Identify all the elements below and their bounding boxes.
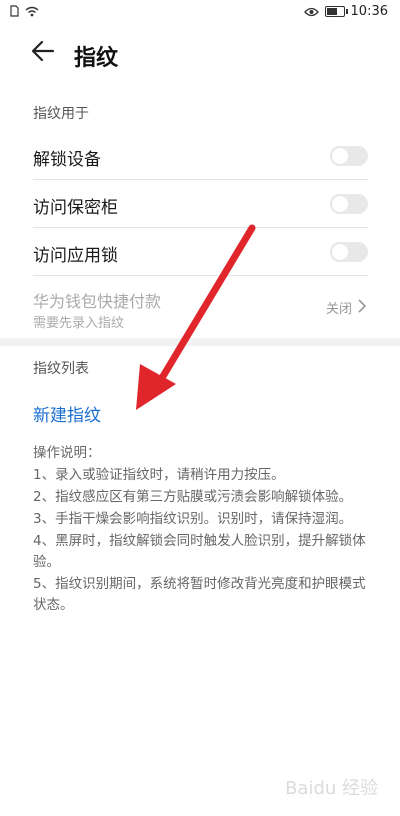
status-time: 10:36	[350, 4, 388, 19]
instructions-title: 操作说明：	[33, 445, 101, 461]
status-right: 10:36	[303, 4, 388, 19]
row-label: 访问应用锁	[33, 246, 118, 266]
status-left	[10, 5, 39, 17]
eye-icon	[303, 7, 319, 16]
watermark-logo: Baidu 经验	[285, 778, 378, 799]
wallet-payment-sub: 需要先录入指纹	[33, 316, 125, 331]
row-label: 解锁设备	[33, 150, 101, 170]
wallet-payment-value: 关闭	[325, 302, 352, 317]
unlock-device-toggle[interactable]	[330, 146, 368, 166]
back-button[interactable]	[30, 38, 60, 68]
row-unlock-device[interactable]: 解锁设备	[33, 132, 368, 180]
chevron-right-icon	[358, 299, 367, 313]
row-access-safe[interactable]: 访问保密柜	[33, 180, 368, 228]
access-safe-toggle[interactable]	[330, 194, 368, 214]
sim-icon	[10, 5, 19, 17]
section-label-list: 指纹列表	[33, 361, 89, 377]
row-label: 访问保密柜	[33, 198, 118, 218]
status-bar: 10:36	[0, 0, 400, 26]
app-header: 指纹	[0, 30, 400, 80]
page-title: 指纹	[74, 46, 119, 71]
instruction-line: 4、黑屏时，指纹解锁会同时触发人脸识别，提升解锁体验。	[33, 533, 366, 570]
wallet-payment-label: 华为钱包快捷付款	[33, 292, 162, 311]
instructions: 操作说明： 1、录入或验证指纹时，请稍许用力按压。 2、指纹感应区有第三方贴膜或…	[33, 443, 373, 617]
instruction-line: 3、手指干燥会影响指纹识别。识别时，请保持湿润。	[33, 511, 353, 527]
app-lock-toggle[interactable]	[330, 242, 368, 262]
section-label-usage: 指纹用于	[33, 106, 89, 122]
wifi-icon	[25, 6, 39, 16]
instruction-line: 2、指纹感应区有第三方贴膜或污渍会影响解锁体验。	[33, 489, 353, 505]
back-arrow-icon	[31, 40, 55, 62]
section-divider	[0, 338, 400, 346]
row-app-lock[interactable]: 访问应用锁	[33, 228, 368, 276]
battery-icon	[324, 6, 348, 17]
row-wallet-payment[interactable]: 华为钱包快捷付款 需要先录入指纹 关闭	[33, 278, 368, 336]
new-fingerprint-button[interactable]: 新建指纹	[33, 401, 101, 426]
instruction-line: 1、录入或验证指纹时，请稍许用力按压。	[33, 467, 285, 483]
instruction-line: 5、指纹识别期间，系统将暂时修改背光亮度和护眼模式状态。	[33, 576, 366, 613]
